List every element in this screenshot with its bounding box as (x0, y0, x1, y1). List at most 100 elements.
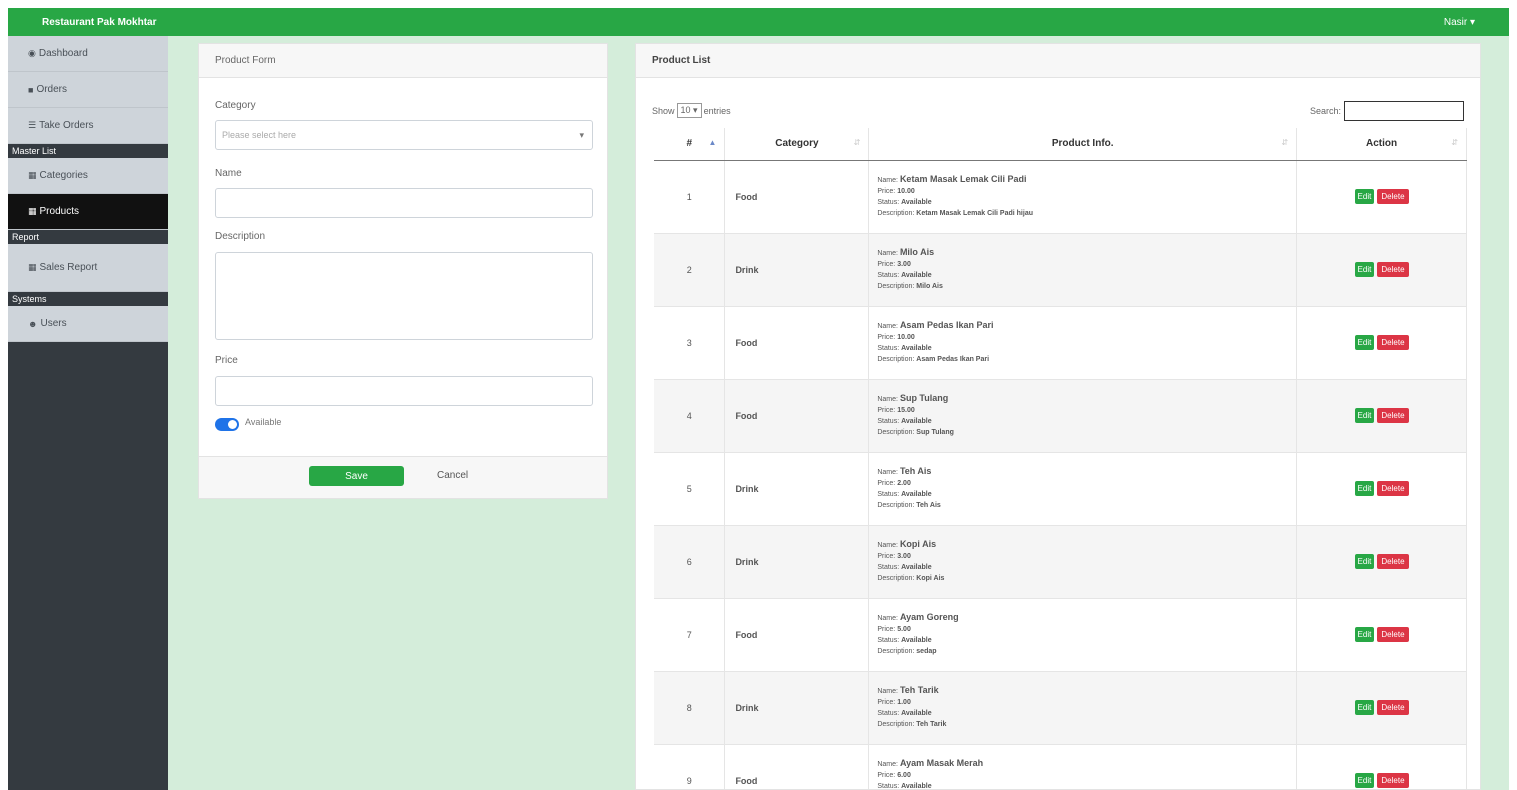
search-input[interactable] (1344, 101, 1464, 121)
row-number: 8 (654, 671, 726, 745)
available-toggle[interactable] (215, 418, 239, 431)
row-category: Drink (724, 671, 870, 745)
sidebar-item-orders[interactable]: ■ Orders (8, 72, 168, 108)
edit-button[interactable]: Edit (1354, 700, 1375, 715)
row-num: 8 (686, 702, 692, 713)
row-price: 1.00 (897, 699, 911, 706)
search-label: Search: (1309, 106, 1341, 116)
column-header-number[interactable]: # ▲ (654, 128, 726, 161)
sort-asc-icon: ▲ (708, 138, 717, 147)
sidebar-item-label: Sales Report (39, 262, 98, 273)
row-description: sedap (916, 648, 937, 655)
delete-button[interactable]: Delete (1377, 554, 1409, 569)
table-row: 2 Drink Name: Milo Ais Price: 3.00 Statu… (654, 233, 1467, 307)
row-description: Teh Tarik (916, 721, 947, 728)
sidebar-item-label: Categories (39, 170, 88, 181)
row-name: Ayam Goreng (899, 612, 959, 622)
product-list-title: Product List (636, 44, 1480, 78)
row-category: Food (735, 775, 758, 786)
edit-button[interactable]: Edit (1354, 554, 1375, 569)
save-button[interactable]: Save (309, 466, 404, 486)
sidebar-section-master-list: Master List (8, 144, 168, 158)
row-price: 2.00 (897, 480, 911, 487)
row-actions: Edit Delete (1296, 671, 1467, 745)
row-num: 9 (686, 775, 692, 786)
chevron-down-icon: ▾ (693, 105, 698, 115)
category-select[interactable]: Please select here ▾ (215, 120, 593, 150)
price-label: Price: (877, 188, 896, 195)
row-category: Food (735, 337, 758, 348)
product-table: # ▲ Category ⇵ Product Info. ⇵ Action ⇵ 1 Fo… (654, 128, 1467, 789)
name-label: Name: (877, 250, 898, 257)
name-label: Name (215, 168, 242, 179)
product-form-card: Product Form Category Please select here… (198, 43, 608, 499)
sidebar-item-dashboard[interactable]: ◉ Dashboard (8, 36, 168, 72)
edit-button[interactable]: Edit (1354, 335, 1375, 350)
row-price: 10.00 (897, 188, 915, 195)
row-actions: Edit Delete (1296, 452, 1467, 526)
row-price: 3.00 (897, 553, 911, 560)
edit-button[interactable]: Edit (1354, 627, 1375, 642)
description-textarea[interactable] (215, 252, 593, 340)
sidebar-item-sales-report[interactable]: ▦ Sales Report (8, 244, 168, 292)
edit-button[interactable]: Edit (1354, 773, 1375, 788)
delete-button[interactable]: Delete (1377, 773, 1409, 788)
show-prefix: Show (652, 105, 675, 116)
status-label: Status: (877, 199, 900, 206)
delete-button[interactable]: Delete (1377, 189, 1409, 204)
delete-button[interactable]: Delete (1377, 700, 1409, 715)
name-label: Name: (877, 542, 898, 549)
delete-button[interactable]: Delete (1377, 408, 1409, 423)
edit-button[interactable]: Edit (1354, 408, 1375, 423)
row-price: 15.00 (897, 407, 915, 414)
sidebar-item-take-orders[interactable]: ☰ Take Orders (8, 108, 168, 144)
delete-button[interactable]: Delete (1377, 627, 1409, 642)
edit-button[interactable]: Edit (1354, 189, 1375, 204)
sidebar-item-categories[interactable]: ▦ Categories (8, 158, 168, 194)
row-actions: Edit Delete (1296, 379, 1467, 453)
row-name: Teh Ais (899, 466, 932, 476)
column-header-category[interactable]: Category ⇵ (724, 128, 870, 161)
row-name: Sup Tulang (899, 393, 949, 403)
description-label: Description: (877, 648, 915, 655)
edit-button[interactable]: Edit (1354, 262, 1375, 277)
user-menu[interactable]: Nasir ▾ (1444, 17, 1475, 28)
sidebar-item-label: Products (39, 206, 79, 217)
sidebar-item-label: Dashboard (38, 48, 88, 59)
row-description: Ketam Masak Lemak Cili Padi hijau (916, 210, 1033, 217)
name-label: Name: (877, 761, 898, 768)
row-price: 3.00 (897, 261, 911, 268)
delete-button[interactable]: Delete (1377, 481, 1409, 496)
entries-select[interactable]: 10 ▾ (676, 103, 702, 118)
show-suffix: entries (703, 105, 731, 116)
description-label: Description: (877, 575, 915, 582)
row-number: 5 (654, 452, 726, 526)
name-input[interactable] (215, 188, 593, 218)
available-label: Available (245, 417, 282, 427)
row-name: Kopi Ais (899, 539, 937, 549)
delete-button[interactable]: Delete (1377, 335, 1409, 350)
description-label: Description: (877, 721, 915, 728)
table-row: 6 Drink Name: Kopi Ais Price: 3.00 Statu… (654, 525, 1467, 599)
brand-title[interactable]: Restaurant Pak Mokhtar (42, 17, 156, 28)
column-header-product-info[interactable]: Product Info. ⇵ (868, 128, 1298, 161)
cancel-button[interactable]: Cancel (437, 470, 468, 481)
column-header-action[interactable]: Action ⇵ (1296, 128, 1467, 161)
table-icon: ▦ (28, 206, 37, 216)
row-product-info: Name: Teh Tarik Price: 1.00 Status: Avai… (868, 671, 1298, 745)
edit-button[interactable]: Edit (1354, 481, 1375, 496)
sidebar-item-products[interactable]: ▦ Products (8, 194, 168, 230)
price-label: Price: (877, 334, 896, 341)
description-label: Description (215, 231, 266, 242)
row-description: Teh Ais (916, 502, 941, 509)
delete-button[interactable]: Delete (1377, 262, 1409, 277)
price-input[interactable] (215, 376, 593, 406)
name-label: Name: (877, 615, 898, 622)
sidebar: ◉ Dashboard ■ Orders ☰ Take Orders Master L… (8, 36, 168, 790)
row-number: 2 (654, 233, 726, 307)
name-label: Name: (877, 177, 898, 184)
top-navbar: Restaurant Pak Mokhtar Nasir ▾ (8, 8, 1509, 36)
row-name: Milo Ais (899, 247, 935, 257)
sidebar-item-users[interactable]: ☻ Users (8, 306, 168, 342)
form-footer: Save Cancel (199, 456, 607, 498)
